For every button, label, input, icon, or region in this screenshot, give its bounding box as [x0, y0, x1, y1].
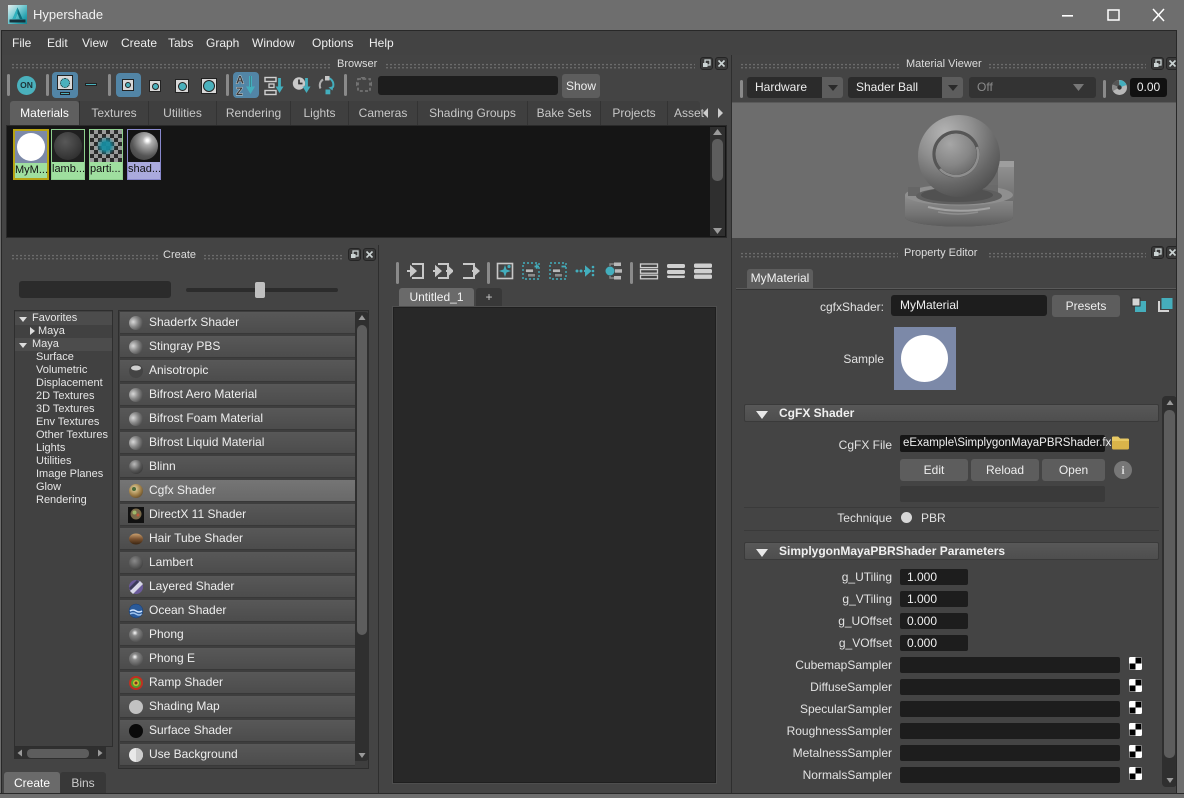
svg-text:A: A — [236, 75, 244, 87]
svg-text:Z: Z — [236, 86, 243, 98]
